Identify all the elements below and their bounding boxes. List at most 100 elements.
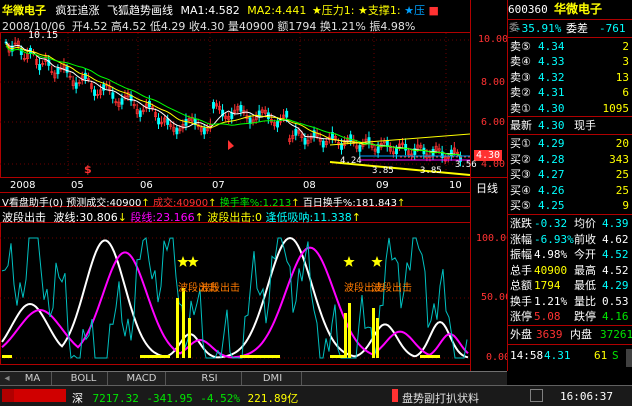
volume-helper-title[interactable]: V看盘助手(0) — [2, 198, 63, 209]
stat-row[interactable]: 总额 1794 最低 4.29 — [508, 278, 632, 293]
volume-helper-header: V看盘助手(0) 预测成交:40900↑ 成交:40900↑ 换手率%:1.21… — [2, 194, 405, 209]
stat-label: 量比 — [574, 294, 596, 308]
tab-dmi[interactable]: DMI — [244, 372, 302, 385]
band-attack-bar — [182, 288, 185, 358]
chart-area[interactable]: 华微电子 疯狂追涨 飞狐趋势画线 MA1:4.582 MA2:4.441 ★压力… — [0, 0, 512, 371]
candle-body — [74, 82, 78, 89]
low-absorb-value: 逢低吸呐:11.338 — [265, 211, 352, 224]
buy-order-row[interactable]: 买① 4.29 20 — [508, 136, 632, 151]
divider — [508, 214, 632, 215]
indicator-trend-line[interactable]: 飞狐趋势画线 — [107, 4, 173, 17]
stat-row[interactable]: 总手 40900 最高 4.52 — [508, 263, 632, 278]
price-axis-8: 8.00 — [481, 77, 506, 88]
tab-ma[interactable]: MA — [14, 372, 52, 385]
candle-body — [157, 117, 161, 125]
up-arrow-icon-3: ↑ — [291, 198, 300, 209]
bar-close: 收4.30 — [188, 20, 225, 33]
buy-price: 4.27 — [538, 168, 565, 182]
outer-inner-row: 外盘 3639 内盘 37261 — [508, 327, 632, 342]
sell-order-row[interactable]: 卖① 4.30 1095 — [508, 101, 632, 116]
up-arrow-icon-6: ↑ — [351, 211, 361, 224]
indicator-tab-bar: ◂ MA BOLL MACD RSI DMI — [0, 371, 507, 385]
stat-row[interactable]: 涨跌 -0.32 均价 4.39 — [508, 216, 632, 231]
star-icon — [177, 256, 189, 267]
candle-body — [276, 120, 280, 128]
candle-body — [303, 137, 307, 145]
star-icon — [371, 256, 383, 267]
chart-header-line-2: 2008/10/06 开4.52 高4.52 低4.29 收4.30 量4090… — [2, 18, 415, 34]
date-axis-08: 08 — [303, 180, 316, 191]
buy-order-row[interactable]: 买⑤ 4.25 9 — [508, 198, 632, 213]
stat-label: 最低 — [574, 279, 596, 292]
index-pct: -4.52% — [200, 392, 240, 405]
up-arrow-icon-2: ↑ — [208, 198, 217, 209]
period-daily-button[interactable]: 日线 — [476, 180, 498, 196]
buy-price: 4.26 — [538, 183, 565, 197]
buy-order-row[interactable]: 买④ 4.26 25 — [508, 183, 632, 198]
indicator-crazy-chase[interactable]: 疯狂追涨 — [56, 4, 100, 17]
candle-body — [184, 119, 188, 126]
outer-label: 外盘 — [510, 328, 532, 341]
sell-price: 4.32 — [538, 70, 565, 84]
bar-turnover: 换1.21% — [319, 20, 366, 33]
buy-order-row[interactable]: 买③ 4.27 25 — [508, 167, 632, 182]
band-baseline — [240, 355, 280, 358]
buy-volume: 20 — [615, 137, 629, 150]
candle-body — [376, 146, 380, 154]
pressure-blue-readout: ★压 — [404, 4, 425, 17]
tab-boll[interactable]: BOLL — [60, 372, 108, 385]
bar-high: 高4.52 — [110, 20, 147, 33]
diff-label: 委差 — [566, 22, 588, 35]
tick-price: 4.31 — [544, 349, 571, 362]
tick-time: 14:58 — [510, 349, 544, 362]
sell-order-row[interactable]: 卖④ 4.33 3 — [508, 54, 632, 69]
candle-body — [212, 102, 215, 109]
news-ticker[interactable]: 盘势副打扒状料 — [402, 390, 479, 406]
stat-label: 涨幅 — [510, 232, 532, 246]
tab-rsi[interactable]: RSI — [178, 372, 242, 385]
stat-value: 4.52 — [602, 248, 629, 261]
candle-body — [321, 140, 325, 148]
stat-value: 4.62 — [602, 232, 629, 246]
wave-attack-label: 波段出击 — [200, 283, 240, 294]
sell-order-row[interactable]: 卖⑤ 4.34 2 — [508, 39, 632, 54]
turnover-100: 百日换手%:181.843 — [302, 198, 398, 209]
stock-name: 华微电子 — [2, 4, 46, 17]
buy-volume: 25 — [615, 183, 629, 197]
candle-body — [93, 89, 96, 96]
inner-label: 内盘 — [570, 328, 592, 341]
sell-order-row[interactable]: 卖② 4.31 6 — [508, 85, 632, 100]
date-axis-10: 10 — [449, 180, 462, 191]
low-marker-c: 3.85 — [420, 166, 442, 176]
stat-label: 均价 — [574, 217, 596, 230]
sell-label: 卖① — [510, 101, 531, 115]
stat-value: 1794 — [534, 279, 561, 292]
tick-scrollbar[interactable] — [626, 349, 632, 367]
star-icon — [187, 256, 199, 267]
sell-price: 4.30 — [538, 101, 565, 115]
sell-volume: 1095 — [602, 101, 630, 115]
tab-macd[interactable]: MACD — [118, 372, 166, 385]
stat-row[interactable]: 换手 1.21% 量比 0.53 — [508, 294, 632, 309]
high-price-marker: 10.15 — [28, 30, 59, 41]
stat-row[interactable]: 涨停 5.08 跌停 4.16 — [508, 309, 632, 324]
sell-volume: 6 — [622, 86, 629, 100]
wave-title[interactable]: 波段出击 — [2, 211, 46, 224]
up-arrow-icon: ↑ — [141, 198, 150, 209]
buy-price: 4.25 — [538, 199, 565, 213]
sell-order-row[interactable]: 卖③ 4.32 13 — [508, 70, 632, 85]
stat-value: 4.39 — [602, 217, 629, 230]
signal-arrow-icon — [228, 140, 234, 150]
stat-row[interactable]: 振幅 4.98% 今开 4.52 — [508, 247, 632, 262]
stock-name-panel: 华微电子 — [554, 2, 603, 16]
buy-order-row[interactable]: 买② 4.28 343 — [508, 152, 632, 167]
index-change: -341.95 — [146, 392, 193, 405]
band-attack-bar — [344, 313, 347, 358]
candle-body — [38, 64, 42, 71]
candle-body — [83, 72, 87, 80]
stat-row[interactable]: 涨幅 -6.93% 前收 4.62 — [508, 232, 632, 247]
tab-scroll-left-icon[interactable]: ◂ — [0, 372, 14, 385]
ma1-line — [5, 41, 461, 156]
diff-value: -761 — [599, 22, 626, 35]
market-label: 深 — [72, 392, 83, 405]
